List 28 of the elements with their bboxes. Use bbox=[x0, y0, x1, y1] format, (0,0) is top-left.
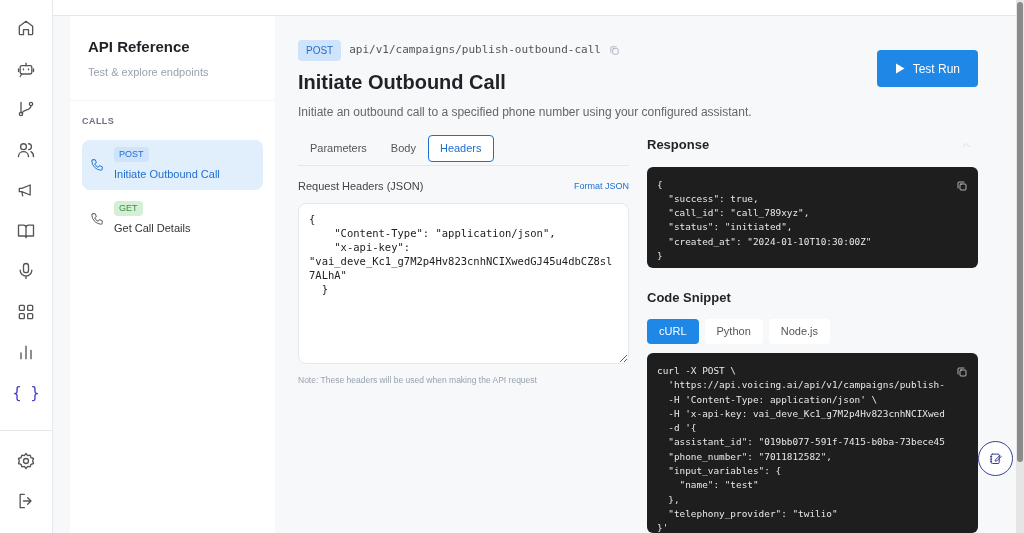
format-json-link[interactable]: Format JSON bbox=[574, 179, 629, 193]
sidebar-title: API Reference bbox=[88, 37, 191, 57]
tab[interactable]: Parameters bbox=[298, 135, 379, 162]
code-text: curl -X POST \ 'https://api.voicing.ai/api/v1/campaigns/publish- -H 'Content-Type: application/json' \ -H 'x-api-key: vai_deve_Kc1_g7M2p4Hv823cnhNCIXwed -d '{ "assistant_id": "019bb077-591f-7415-b0ba-73bece45 "phone_number": "7011812582", "input_variables": { "name": "test" }, "telephony_provider": "twilio" }' bbox=[657, 364, 945, 533]
sidebar-subtitle: Test & explore endpoints bbox=[88, 64, 210, 80]
section-heading: CALLS bbox=[82, 115, 116, 128]
endpoint-label: Get Call Details bbox=[114, 221, 191, 236]
page-description: Initiate an outbound call to a specified phone number using your configured assistant. bbox=[298, 104, 753, 121]
method-badge: POST bbox=[298, 40, 342, 61]
endpoint-item[interactable]: POST Initiate Outbound Call bbox=[82, 139, 263, 190]
language-tab[interactable]: Node.js bbox=[768, 319, 831, 344]
endpoint-label: Initiate Outbound Call bbox=[114, 167, 220, 182]
page-title: Initiate Outbound Call bbox=[298, 70, 507, 95]
request-headers-field[interactable]: { "Content-Type": "application/json", "x-api-key": "vai_deve_Kc1_g7M2p4Hv823cnhNCIXwedGJ45u4dbCZ8sl7ALhA" } bbox=[298, 202, 629, 364]
language-tab[interactable]: Python bbox=[704, 319, 763, 344]
code-text: { "success": true, "call_id": "call_789xyz", "status": "initiated", "created_at": "2024-01-10T10:30:00Z" } bbox=[657, 177, 872, 263]
tab[interactable]: Headers bbox=[427, 135, 494, 162]
endpoint-path: api/v1/campaigns/publish-outbound-call bbox=[349, 42, 601, 59]
test-run-button[interactable]: Test Run bbox=[876, 50, 978, 87]
section-title: Response bbox=[647, 136, 710, 154]
api-nav-item[interactable]: { } bbox=[11, 382, 41, 403]
language-tab[interactable]: cURL bbox=[647, 319, 699, 344]
field-note: Note: These headers will be used when making the API request bbox=[298, 373, 538, 387]
section-title: Code Snippet bbox=[647, 288, 732, 307]
method-badge: POST bbox=[114, 146, 149, 162]
tab[interactable]: Body bbox=[378, 135, 428, 162]
field-label: Request Headers (JSON) bbox=[298, 179, 424, 194]
method-badge: GET bbox=[114, 200, 143, 216]
